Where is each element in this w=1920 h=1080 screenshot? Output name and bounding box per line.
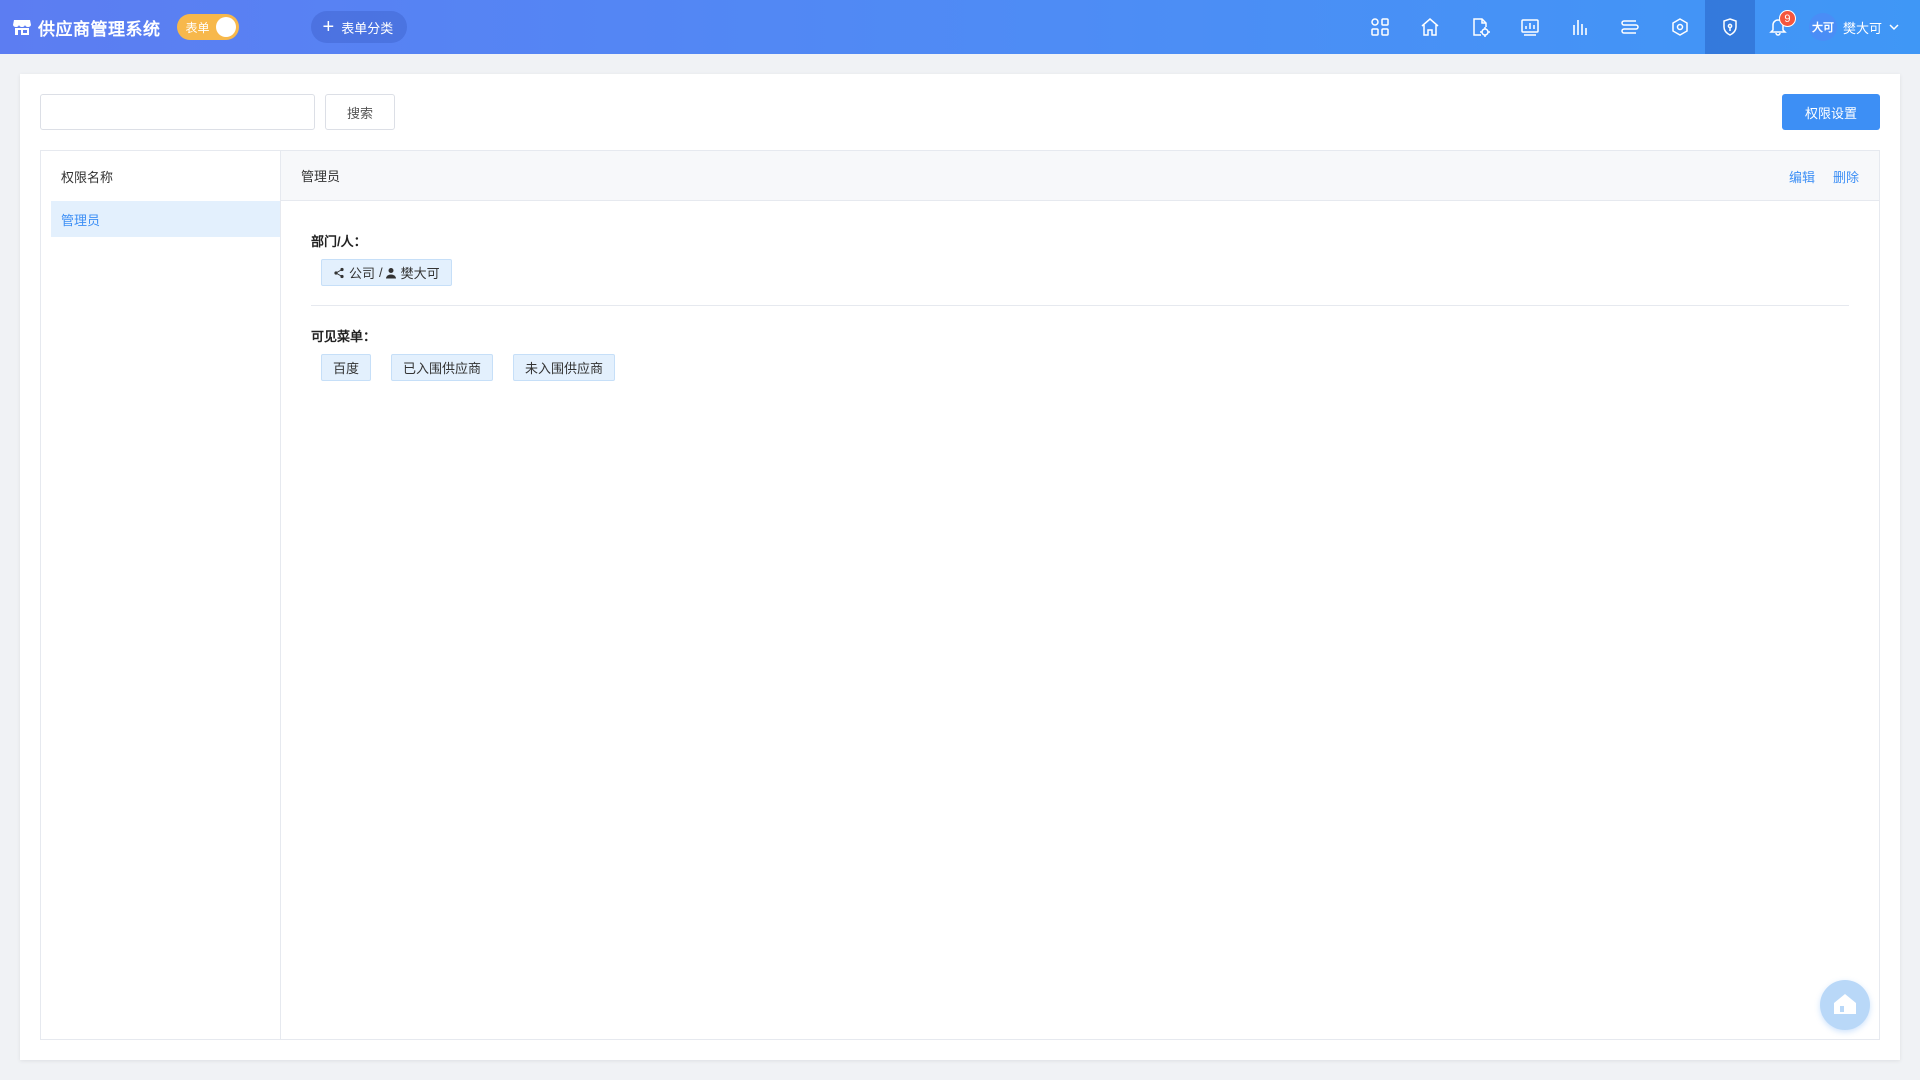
document-settings-icon[interactable] [1455, 0, 1505, 54]
avatar: 大可 [1808, 13, 1837, 41]
hexagon-settings-icon[interactable] [1655, 0, 1705, 54]
detail-actions: 编辑 删除 [1771, 151, 1859, 201]
search-input[interactable] [40, 94, 315, 130]
permission-settings-button[interactable]: 权限设置 [1782, 94, 1880, 130]
shield-icon[interactable] [1704, 0, 1755, 54]
toggle-knob [215, 17, 236, 37]
permission-item-label: 管理员 [61, 212, 101, 228]
menu-tags: 百度 已入围供应商 未入围供应商 [311, 354, 1849, 381]
form-mode-toggle[interactable]: 表单 [176, 14, 239, 40]
toggle-label: 表单 [185, 21, 210, 35]
dept-name: 公司 [349, 266, 376, 281]
plus-icon: + [322, 16, 335, 38]
nav-icons: 9 大可 樊大可 [1355, 0, 1920, 54]
menu-section-title: 可见菜单： [311, 329, 377, 344]
permission-item-admin[interactable]: 管理员 [51, 201, 280, 237]
notification-badge: 9 [1778, 10, 1796, 27]
share-icon [333, 267, 345, 279]
dashboard-icon[interactable] [1505, 0, 1555, 54]
user-menu[interactable]: 大可 樊大可 [1808, 13, 1900, 41]
detail-body: 部门/人： 公司 / 樊大可 可见菜单： 百度 已入围供应商 未入围供应商 [281, 231, 1879, 381]
top-bar: 供应商管理系统 表单 + 表单分类 9 大可 樊大可 [0, 0, 1920, 54]
floating-home-button[interactable] [1820, 980, 1870, 1030]
permission-panel: 权限名称 管理员 管理员 编辑 删除 部门/人： 公司 / 樊大可 可见菜单： … [40, 150, 1880, 1040]
add-form-category-label: 表单分类 [341, 20, 394, 36]
permission-list: 权限名称 管理员 [41, 151, 281, 1039]
permission-detail: 管理员 编辑 删除 部门/人： 公司 / 樊大可 可见菜单： 百度 已入围供应商… [281, 151, 1879, 1039]
user-icon [385, 267, 397, 279]
detail-title: 管理员 [301, 169, 341, 184]
chevron-down-icon [1888, 21, 1900, 33]
menu-tag: 百度 [321, 354, 372, 381]
section-divider [311, 305, 1849, 306]
dept-tags: 公司 / 樊大可 [311, 259, 1849, 286]
delete-link[interactable]: 删除 [1833, 167, 1859, 186]
bar-chart-icon[interactable] [1555, 0, 1605, 54]
main-card: 搜索 权限设置 权限名称 管理员 管理员 编辑 删除 部门/人： 公司 / 樊大… [20, 74, 1900, 1060]
app-title: 供应商管理系统 [38, 19, 161, 39]
permission-list-header: 权限名称 [61, 169, 114, 185]
edit-link[interactable]: 编辑 [1789, 167, 1815, 186]
house-icon [1832, 991, 1858, 1020]
detail-header: 管理员 编辑 删除 [281, 151, 1879, 201]
menu-tag: 未入围供应商 [513, 354, 616, 381]
dept-separator: / [379, 265, 383, 280]
add-form-category-button[interactable]: + 表单分类 [310, 11, 408, 43]
dept-person-tag: 公司 / 樊大可 [321, 259, 452, 286]
list-icon[interactable] [1605, 0, 1655, 54]
menu-tag: 已入围供应商 [391, 354, 494, 381]
search-button[interactable]: 搜索 [325, 94, 395, 130]
brand[interactable]: 供应商管理系统 [12, 0, 161, 54]
username: 樊大可 [1842, 20, 1882, 36]
apps-icon[interactable] [1355, 0, 1405, 54]
store-icon [12, 17, 32, 37]
person-name: 樊大可 [400, 266, 440, 281]
notifications-button[interactable]: 9 [1755, 0, 1801, 54]
home-icon[interactable] [1405, 0, 1455, 54]
dept-section-title: 部门/人： [311, 234, 367, 249]
